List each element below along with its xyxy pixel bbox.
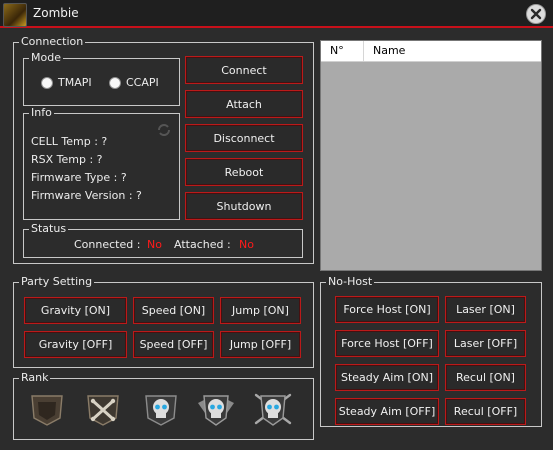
refresh-icon[interactable]: [156, 122, 172, 138]
shutdown-button[interactable]: Shutdown: [185, 192, 303, 220]
rank-spiked-skull-icon[interactable]: [254, 393, 292, 427]
info-rsx-temp: RSX Temp : ?: [31, 153, 103, 166]
speed-on-button[interactable]: Speed [ON]: [133, 297, 214, 324]
gravity-off-button[interactable]: Gravity [OFF]: [24, 331, 127, 358]
mode-group: Mode TMAPI CCAPI: [23, 51, 180, 106]
rank-shield-icon[interactable]: [28, 393, 66, 427]
recul-off-button[interactable]: Recul [OFF]: [445, 398, 526, 425]
force-host-off-button[interactable]: Force Host [OFF]: [335, 330, 439, 357]
radio-ccapi-label: CCAPI: [126, 76, 159, 89]
window-title: Zombie: [33, 6, 79, 20]
connection-legend: Connection: [19, 35, 86, 49]
gravity-on-button[interactable]: Gravity [ON]: [24, 297, 127, 324]
status-group: Status Connected : No Attached : No: [23, 222, 303, 258]
connection-group: Connection Mode TMAPI CCAPI Info CELL Te…: [13, 35, 314, 264]
force-host-on-button[interactable]: Force Host [ON]: [335, 296, 439, 323]
info-firmware-version: Firmware Version : ?: [31, 189, 142, 202]
connected-label: Connected :: [74, 238, 141, 251]
jump-off-button[interactable]: Jump [OFF]: [220, 331, 301, 358]
radio-tmapi-label: TMAPI: [58, 76, 92, 89]
laser-on-button[interactable]: Laser [ON]: [445, 296, 526, 323]
connected-value: No: [147, 238, 162, 251]
disconnect-button[interactable]: Disconnect: [185, 124, 303, 152]
list-header: N° Name: [321, 41, 541, 62]
radio-ccapi-circle: [109, 76, 121, 89]
app-logo: [3, 3, 27, 27]
rank-crossed-bones-icon[interactable]: [84, 393, 122, 427]
status-legend: Status: [29, 222, 69, 236]
mode-legend: Mode: [29, 51, 63, 65]
no-host-group: No-Host Force Host [ON] Laser [ON] Force…: [320, 275, 542, 427]
rank-legend: Rank: [19, 371, 51, 385]
attach-button[interactable]: Attach: [185, 90, 303, 118]
party-setting-legend: Party Setting: [19, 275, 95, 289]
recul-on-button[interactable]: Recul [ON]: [445, 364, 526, 391]
steady-aim-on-button[interactable]: Steady Aim [ON]: [335, 364, 439, 391]
rank-group: Rank: [13, 371, 314, 440]
jump-on-button[interactable]: Jump [ON]: [220, 297, 301, 324]
client-list[interactable]: N° Name: [320, 40, 542, 271]
info-cell-temp: CELL Temp : ?: [31, 135, 108, 148]
radio-tmapi-circle: [41, 76, 53, 89]
info-firmware-type: Firmware Type : ?: [31, 171, 127, 184]
info-legend: Info: [29, 106, 54, 120]
title-bar: Zombie: [0, 0, 553, 28]
connect-button[interactable]: Connect: [185, 56, 303, 84]
party-setting-group: Party Setting Gravity [ON] Speed [ON] Ju…: [13, 275, 314, 368]
steady-aim-off-button[interactable]: Steady Aim [OFF]: [335, 398, 439, 425]
speed-off-button[interactable]: Speed [OFF]: [133, 331, 214, 358]
rank-winged-skull-icon[interactable]: [197, 393, 235, 427]
close-icon: [530, 8, 542, 20]
list-col-divider: [363, 41, 364, 61]
attached-label: Attached :: [174, 238, 231, 251]
radio-tmapi[interactable]: TMAPI: [41, 76, 92, 89]
close-button[interactable]: [526, 4, 546, 24]
list-col-name[interactable]: Name: [373, 44, 405, 57]
reboot-button[interactable]: Reboot: [185, 158, 303, 186]
info-group: Info CELL Temp : ? RSX Temp : ? Firmware…: [23, 106, 180, 220]
radio-ccapi[interactable]: CCAPI: [109, 76, 159, 89]
rank-skull-icon[interactable]: [142, 393, 180, 427]
laser-off-button[interactable]: Laser [OFF]: [445, 330, 526, 357]
attached-value: No: [239, 238, 254, 251]
list-col-number[interactable]: N°: [330, 44, 344, 57]
no-host-legend: No-Host: [326, 275, 375, 289]
